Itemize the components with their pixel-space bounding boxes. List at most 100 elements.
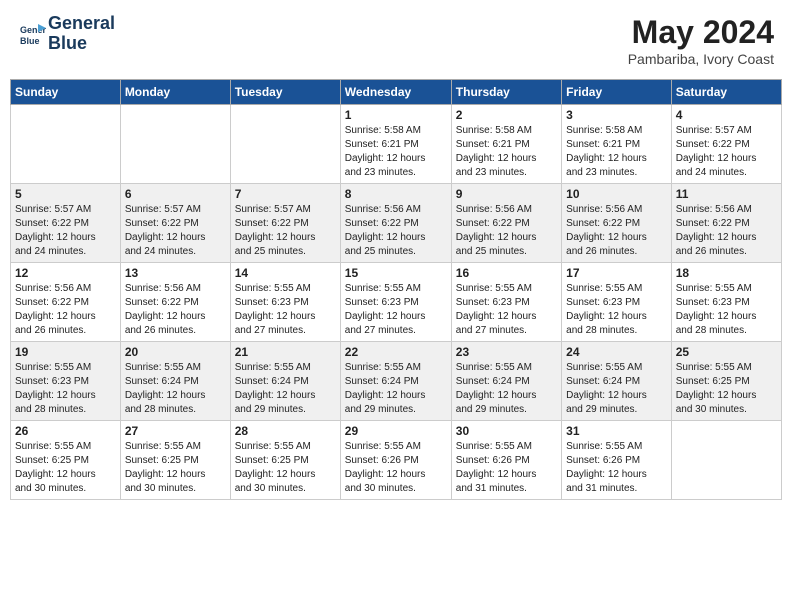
day-header-tuesday: Tuesday — [230, 80, 340, 105]
day-info: Sunrise: 5:55 AMSunset: 6:23 PMDaylight:… — [235, 282, 336, 338]
day-info: Sunrise: 5:56 AMSunset: 6:22 PMDaylight:… — [676, 203, 777, 259]
calendar-table: SundayMondayTuesdayWednesdayThursdayFrid… — [10, 79, 782, 500]
day-number: 26 — [15, 424, 116, 438]
calendar-cell — [11, 105, 121, 184]
calendar-cell: 16Sunrise: 5:55 AMSunset: 6:23 PMDayligh… — [451, 263, 561, 342]
calendar-cell: 31 Sunrise: 5:55 AMSunset: 6:26 PMDayligh… — [562, 421, 672, 500]
day-number: 2 — [456, 108, 557, 122]
day-info: Sunrise: 5:55 AMSunset: 6:23 PMDaylight:… — [566, 282, 667, 338]
day-header-wednesday: Wednesday — [340, 80, 451, 105]
calendar-cell: 11 Sunrise: 5:56 AMSunset: 6:22 PMDayligh… — [671, 184, 781, 263]
day-number: 10 — [566, 187, 667, 201]
location-subtitle: Pambariba, Ivory Coast — [628, 51, 774, 67]
calendar-cell: 23Sunrise: 5:55 AMSunset: 6:24 PMDayligh… — [451, 342, 561, 421]
calendar-cell: 25 Sunrise: 5:55 AMSunset: 6:25 PMDayligh… — [671, 342, 781, 421]
logo-icon: General Blue — [18, 20, 46, 48]
day-info: Sunrise: 5:57 AMSunset: 6:22 PMDaylight:… — [235, 203, 336, 259]
calendar-cell: 30 Sunrise: 5:55 AMSunset: 6:26 PMDayligh… — [451, 421, 561, 500]
day-number: 22 — [345, 345, 447, 359]
day-info: Sunrise: 5:55 AMSunset: 6:23 PMDaylight:… — [456, 282, 557, 338]
calendar-week-row: 5Sunrise: 5:57 AMSunset: 6:22 PMDaylight… — [11, 184, 782, 263]
day-number: 17 — [566, 266, 667, 280]
day-info: Sunrise: 5:56 AMSunset: 6:22 PMDaylight:… — [345, 203, 447, 259]
day-info: Sunrise: 5:56 AMSunset: 6:22 PMDaylight:… — [566, 203, 667, 259]
day-number: 6 — [125, 187, 226, 201]
day-number: 31 — [566, 424, 667, 438]
day-number: 4 — [676, 108, 777, 122]
day-header-row: SundayMondayTuesdayWednesdayThursdayFrid… — [11, 80, 782, 105]
day-number: 25 — [676, 345, 777, 359]
day-number: 27 — [125, 424, 226, 438]
day-info: Sunrise: 5:55 AMSunset: 6:25 PMDaylight:… — [235, 440, 336, 496]
day-header-sunday: Sunday — [11, 80, 121, 105]
day-number: 23 — [456, 345, 557, 359]
day-number: 11 — [676, 187, 777, 201]
calendar-cell: 19Sunrise: 5:55 AMSunset: 6:23 PMDayligh… — [11, 342, 121, 421]
calendar-cell: 29 Sunrise: 5:55 AMSunset: 6:26 PMDayligh… — [340, 421, 451, 500]
calendar-cell: 6 Sunrise: 5:57 AMSunset: 6:22 PMDaylight… — [120, 184, 230, 263]
calendar-cell: 13 Sunrise: 5:56 AMSunset: 6:22 PMDayligh… — [120, 263, 230, 342]
svg-text:Blue: Blue — [20, 36, 40, 46]
day-info: Sunrise: 5:57 AMSunset: 6:22 PMDaylight:… — [676, 124, 777, 180]
day-number: 21 — [235, 345, 336, 359]
calendar-cell: 12Sunrise: 5:56 AMSunset: 6:22 PMDayligh… — [11, 263, 121, 342]
calendar-cell: 15 Sunrise: 5:55 AMSunset: 6:23 PMDayligh… — [340, 263, 451, 342]
day-number: 8 — [345, 187, 447, 201]
day-info: Sunrise: 5:56 AMSunset: 6:22 PMDaylight:… — [15, 282, 116, 338]
calendar-cell: 1 Sunrise: 5:58 AMSunset: 6:21 PMDaylight… — [340, 105, 451, 184]
day-header-friday: Friday — [562, 80, 672, 105]
day-info: Sunrise: 5:56 AMSunset: 6:22 PMDaylight:… — [125, 282, 226, 338]
day-number: 18 — [676, 266, 777, 280]
calendar-cell: 4 Sunrise: 5:57 AMSunset: 6:22 PMDaylight… — [671, 105, 781, 184]
calendar-cell: 17 Sunrise: 5:55 AMSunset: 6:23 PMDayligh… — [562, 263, 672, 342]
day-number: 24 — [566, 345, 667, 359]
day-header-thursday: Thursday — [451, 80, 561, 105]
calendar-week-row: 1 Sunrise: 5:58 AMSunset: 6:21 PMDaylight… — [11, 105, 782, 184]
calendar-cell — [120, 105, 230, 184]
day-number: 1 — [345, 108, 447, 122]
day-info: Sunrise: 5:55 AMSunset: 6:25 PMDaylight:… — [125, 440, 226, 496]
calendar-week-row: 19Sunrise: 5:55 AMSunset: 6:23 PMDayligh… — [11, 342, 782, 421]
calendar-cell: 2Sunrise: 5:58 AMSunset: 6:21 PMDaylight… — [451, 105, 561, 184]
day-number: 15 — [345, 266, 447, 280]
day-info: Sunrise: 5:55 AMSunset: 6:24 PMDaylight:… — [345, 361, 447, 417]
day-info: Sunrise: 5:55 AMSunset: 6:25 PMDaylight:… — [676, 361, 777, 417]
day-header-monday: Monday — [120, 80, 230, 105]
calendar-cell: 5Sunrise: 5:57 AMSunset: 6:22 PMDaylight… — [11, 184, 121, 263]
day-info: Sunrise: 5:55 AMSunset: 6:26 PMDaylight:… — [456, 440, 557, 496]
calendar-cell: 9Sunrise: 5:56 AMSunset: 6:22 PMDaylight… — [451, 184, 561, 263]
day-number: 9 — [456, 187, 557, 201]
day-info: Sunrise: 5:55 AMSunset: 6:26 PMDaylight:… — [345, 440, 447, 496]
day-header-saturday: Saturday — [671, 80, 781, 105]
calendar-body: 1 Sunrise: 5:58 AMSunset: 6:21 PMDaylight… — [11, 105, 782, 500]
day-info: Sunrise: 5:55 AMSunset: 6:23 PMDaylight:… — [345, 282, 447, 338]
calendar-cell: 27 Sunrise: 5:55 AMSunset: 6:25 PMDayligh… — [120, 421, 230, 500]
calendar-cell: 18 Sunrise: 5:55 AMSunset: 6:23 PMDayligh… — [671, 263, 781, 342]
day-number: 7 — [235, 187, 336, 201]
day-number: 29 — [345, 424, 447, 438]
day-info: Sunrise: 5:55 AMSunset: 6:24 PMDaylight:… — [566, 361, 667, 417]
day-info: Sunrise: 5:55 AMSunset: 6:24 PMDaylight:… — [125, 361, 226, 417]
day-number: 13 — [125, 266, 226, 280]
month-year-title: May 2024 — [628, 14, 774, 51]
calendar-week-row: 12Sunrise: 5:56 AMSunset: 6:22 PMDayligh… — [11, 263, 782, 342]
day-number: 28 — [235, 424, 336, 438]
day-info: Sunrise: 5:55 AMSunset: 6:26 PMDaylight:… — [566, 440, 667, 496]
day-info: Sunrise: 5:58 AMSunset: 6:21 PMDaylight:… — [566, 124, 667, 180]
logo-text-line2: Blue — [48, 34, 115, 54]
calendar-header: SundayMondayTuesdayWednesdayThursdayFrid… — [11, 80, 782, 105]
calendar-cell: 7 Sunrise: 5:57 AMSunset: 6:22 PMDaylight… — [230, 184, 340, 263]
day-info: Sunrise: 5:55 AMSunset: 6:24 PMDaylight:… — [235, 361, 336, 417]
calendar-cell — [230, 105, 340, 184]
logo-text-line1: General — [48, 14, 115, 34]
day-info: Sunrise: 5:57 AMSunset: 6:22 PMDaylight:… — [125, 203, 226, 259]
day-number: 19 — [15, 345, 116, 359]
calendar-cell: 24 Sunrise: 5:55 AMSunset: 6:24 PMDayligh… — [562, 342, 672, 421]
day-info: Sunrise: 5:58 AMSunset: 6:21 PMDaylight:… — [345, 124, 447, 180]
day-info: Sunrise: 5:55 AMSunset: 6:23 PMDaylight:… — [676, 282, 777, 338]
calendar-week-row: 26 Sunrise: 5:55 AMSunset: 6:25 PMDayligh… — [11, 421, 782, 500]
calendar-cell: 3Sunrise: 5:58 AMSunset: 6:21 PMDaylight… — [562, 105, 672, 184]
calendar-cell: 21 Sunrise: 5:55 AMSunset: 6:24 PMDayligh… — [230, 342, 340, 421]
calendar-cell: 20Sunrise: 5:55 AMSunset: 6:24 PMDayligh… — [120, 342, 230, 421]
day-number: 30 — [456, 424, 557, 438]
